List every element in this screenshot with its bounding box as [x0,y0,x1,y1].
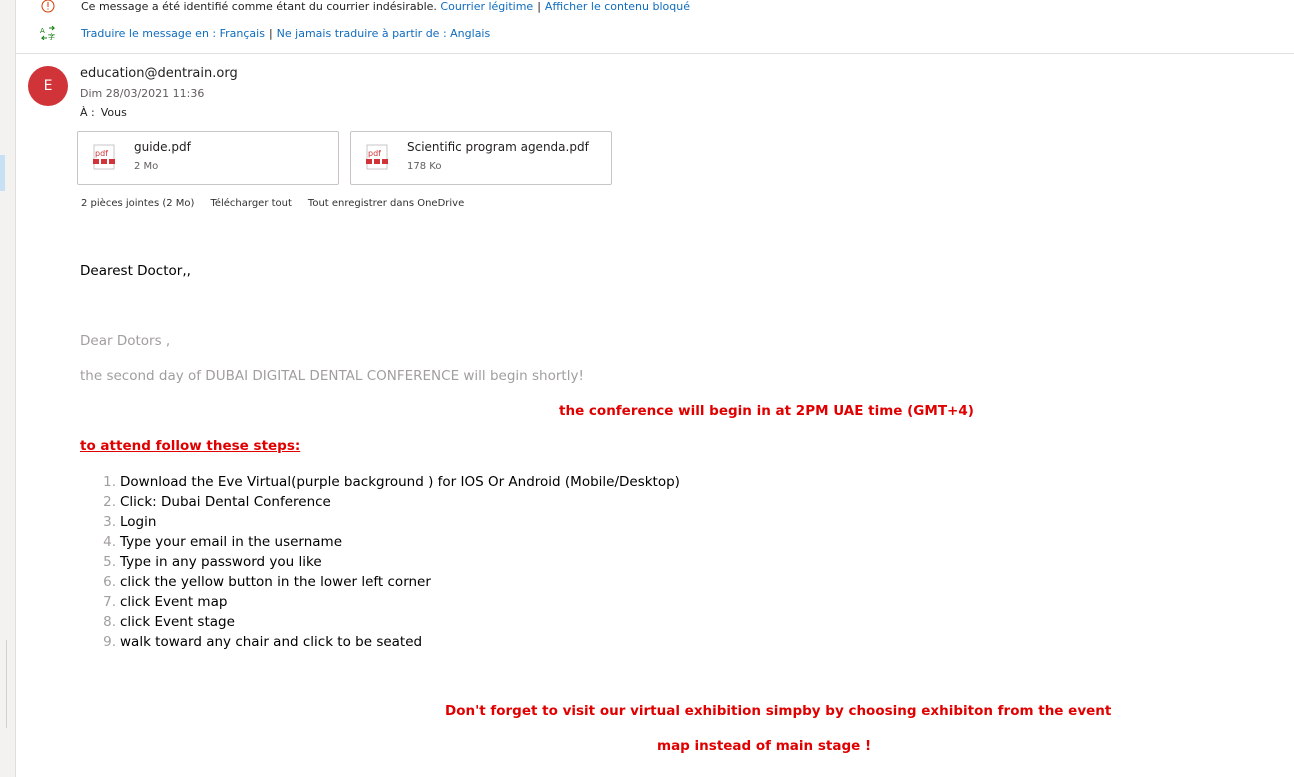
step-text: click Event map [120,594,228,610]
translate-message-link[interactable]: Traduire le message en : Français [81,27,265,40]
step-text: Type your email in the username [120,534,343,550]
attachment-summary: 2 pièces jointes (2 Mo) [81,198,195,209]
attachment-actions: 2 pièces jointes (2 Mo) Télécharger tout… [81,198,464,209]
translate-icon: A字 [38,26,58,40]
attachment-card[interactable]: pdf Scientific program agenda.pdf 178 Ko [350,131,612,185]
pdf-icon: pdf [93,144,115,170]
step-text: Click: Dubai Dental Conference [120,494,331,510]
step-number: 1. [103,474,116,490]
step-number: 6. [103,574,116,590]
sender-address[interactable]: education@dentrain.org [80,66,238,81]
junk-notice-text: Ce message a été identifié comme étant d… [81,0,437,13]
rail-selection-indicator [0,155,5,191]
step-number: 9. [103,634,116,650]
sender-avatar[interactable]: E [28,66,68,106]
salutation: Dear Dotors , [80,333,171,349]
step-number: 2. [103,494,116,510]
info-icon [38,0,58,13]
step-text: Download the Eve Virtual(purple backgrou… [120,474,680,490]
step-number: 7. [103,594,116,610]
translate-row: A字 Traduire le message en : Français | Ne … [16,23,1294,43]
step-text: Login [120,514,157,530]
greeting: Dearest Doctor,, [80,263,191,279]
exhibition-notice-line1: Don't forget to visit our virtual exhibi… [445,703,1112,719]
attachment-card[interactable]: pdf guide.pdf 2 Mo [77,131,339,185]
step-text: Type in any password you like [120,554,322,570]
steps-heading: to attend follow these steps: [80,438,301,454]
never-translate-link[interactable]: Ne jamais traduire à partir de : Anglais [277,27,491,40]
svg-text:pdf: pdf [368,149,381,158]
step-text: walk toward any chair and click to be se… [120,634,423,650]
exhibition-notice-line2: map instead of main stage ! [657,738,872,754]
step-text: click the yellow button in the lower lef… [120,574,431,590]
svg-text:字: 字 [48,32,55,40]
recipient-name[interactable]: Vous [101,106,127,119]
left-rail [0,0,16,777]
step-number: 3. [103,514,116,530]
junk-notice-row: Ce message a été identifié comme étant d… [16,0,1294,16]
link-separator: | [537,0,541,13]
rail-divider [6,640,7,728]
download-all-button[interactable]: Télécharger tout [210,198,291,209]
recipient-line: À : Vous [80,106,127,119]
step-number: 8. [103,614,116,630]
svg-text:pdf: pdf [95,149,108,158]
link-separator: | [268,26,273,40]
legit-mail-link[interactable]: Courrier légitime [440,0,533,13]
step-text: click Event stage [120,614,235,630]
attachment-name: Scientific program agenda.pdf [407,140,589,154]
step-number: 5. [103,554,116,570]
junk-notice-bar: Ce message a été identifié comme étant d… [16,0,1294,54]
to-label: À : [80,106,95,119]
attachment-name: guide.pdf [134,140,191,154]
pdf-icon: pdf [366,144,388,170]
show-blocked-content-link[interactable]: Afficher le contenu bloqué [545,0,690,13]
save-onedrive-button[interactable]: Tout enregistrer dans OneDrive [308,198,464,209]
start-time-notice: the conference will begin in at 2PM UAE … [559,403,974,419]
attachment-size: 2 Mo [134,161,159,172]
sent-date: Dim 28/03/2021 11:36 [80,87,205,100]
attachment-size: 178 Ko [407,161,442,172]
intro-text: the second day of DUBAI DIGITAL DENTAL C… [80,368,584,384]
step-number: 4. [103,534,116,550]
svg-text:A: A [40,27,45,35]
